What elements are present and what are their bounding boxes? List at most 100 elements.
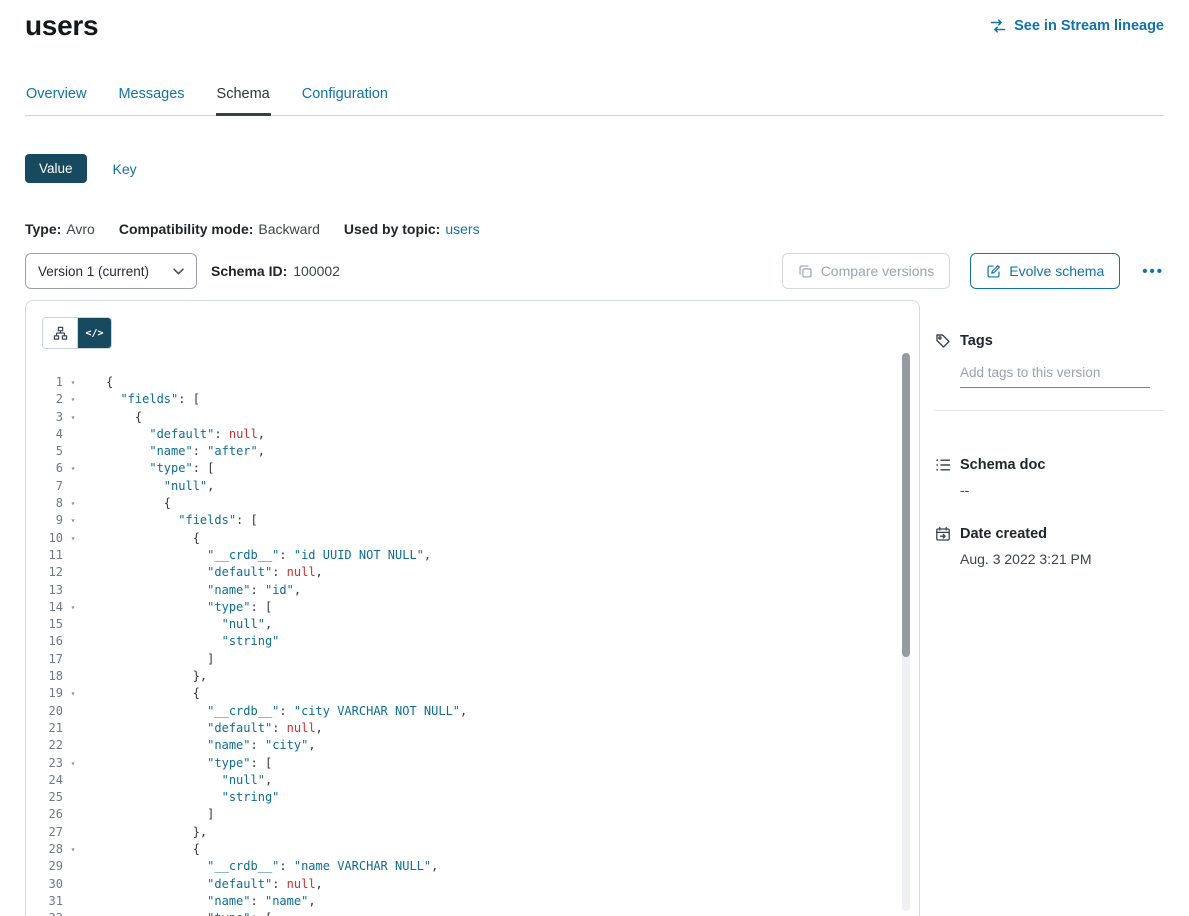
fold-spacer [63, 772, 83, 789]
line-number: 19 [26, 685, 63, 702]
code-line: 3▾ { [26, 409, 919, 426]
fold-toggle-icon[interactable]: ▾ [63, 374, 83, 391]
editor-scrollbar-track[interactable] [902, 353, 910, 911]
code-text: }, [106, 824, 207, 841]
fold-toggle-icon[interactable]: ▾ [63, 460, 83, 477]
line-number: 26 [26, 806, 63, 823]
used-by-topic-label: Used by topic: [344, 221, 440, 237]
code-line: 7 "null", [26, 478, 919, 495]
compare-versions-button[interactable]: Compare versions [782, 253, 951, 289]
fold-toggle-icon[interactable]: ▾ [63, 755, 83, 772]
compare-versions-icon [798, 264, 813, 279]
compatibility-label: Compatibility mode: [119, 221, 254, 237]
fold-spacer [63, 737, 83, 754]
code-line: 10▾ { [26, 530, 919, 547]
fold-spacer [63, 720, 83, 737]
compatibility-value: Backward [258, 221, 319, 237]
stream-lineage-link[interactable]: See in Stream lineage [990, 18, 1164, 34]
schema-doc-title: Schema doc [960, 457, 1045, 473]
code-line: 23▾ "type": [ [26, 755, 919, 772]
schema-meta: Type: Avro Compatibility mode: Backward … [25, 221, 1164, 237]
evolve-schema-label: Evolve schema [1009, 263, 1104, 279]
page: users See in Stream lineage Overview Mess… [0, 0, 1189, 916]
code-line: 12 "default": null, [26, 564, 919, 581]
page-title: users [25, 10, 98, 42]
code-line: 31 "name": "name", [26, 893, 919, 910]
code-text: "type": [ [106, 460, 214, 477]
line-number: 18 [26, 668, 63, 685]
date-created-title: Date created [960, 526, 1047, 542]
editor-scrollbar-thumb[interactable] [902, 353, 910, 657]
line-number: 23 [26, 755, 63, 772]
topic-link[interactable]: users [445, 221, 479, 237]
tab-messages[interactable]: Messages [117, 86, 185, 115]
version-select[interactable]: Version 1 (current) [25, 253, 197, 289]
code-text: { [106, 841, 200, 858]
tab-overview[interactable]: Overview [25, 86, 87, 115]
fold-toggle-icon[interactable]: ▾ [63, 910, 83, 916]
code-text: "type": [ [106, 910, 272, 916]
version-select-value: Version 1 (current) [38, 264, 149, 279]
line-number: 32 [26, 910, 63, 916]
schema-code-editor[interactable]: 1▾{2▾ "fields": [3▾ {4 "default": null,5… [26, 374, 919, 916]
line-number: 2 [26, 391, 63, 408]
tree-view-button[interactable] [43, 318, 77, 348]
tab-configuration[interactable]: Configuration [301, 86, 389, 115]
tags-section-header: Tags [935, 333, 1164, 349]
code-text: ] [106, 806, 214, 823]
code-text: "name": "name", [106, 893, 316, 910]
value-key-toggle: Value Key [25, 154, 1164, 183]
code-view-button[interactable]: </> [77, 318, 111, 348]
code-line: 25 "string" [26, 789, 919, 806]
line-number: 20 [26, 703, 63, 720]
fold-spacer [63, 668, 83, 685]
meta-used-by-topic: Used by topic: users [344, 221, 480, 237]
fold-toggle-icon[interactable]: ▾ [63, 495, 83, 512]
code-text: { [106, 685, 200, 702]
calendar-icon [935, 526, 951, 542]
code-text: "name": "id", [106, 582, 301, 599]
sidebar-divider [935, 410, 1164, 411]
code-line: 19▾ { [26, 685, 919, 702]
fold-toggle-icon[interactable]: ▾ [63, 599, 83, 616]
fold-toggle-icon[interactable]: ▾ [63, 841, 83, 858]
doc-list-icon [935, 457, 951, 473]
code-text: ] [106, 651, 214, 668]
value-toggle-button[interactable]: Value [25, 154, 87, 183]
code-line: 11 "__crdb__": "id UUID NOT NULL", [26, 547, 919, 564]
code-text: "name": "after", [106, 443, 265, 460]
tags-input[interactable] [960, 365, 1150, 388]
stream-lineage-icon [990, 18, 1006, 34]
line-number: 11 [26, 547, 63, 564]
code-view-icon: </> [85, 328, 103, 339]
code-text: "null", [106, 616, 272, 633]
tab-schema[interactable]: Schema [216, 86, 271, 115]
code-line: 29 "__crdb__": "name VARCHAR NULL", [26, 858, 919, 875]
code-line: 4 "default": null, [26, 426, 919, 443]
line-number: 28 [26, 841, 63, 858]
code-text: "name": "city", [106, 737, 316, 754]
fold-toggle-icon[interactable]: ▾ [63, 512, 83, 529]
code-line: 13 "name": "id", [26, 582, 919, 599]
fold-toggle-icon[interactable]: ▾ [63, 409, 83, 426]
fold-spacer [63, 789, 83, 806]
code-text: "default": null, [106, 876, 323, 893]
meta-type: Type: Avro [25, 221, 95, 237]
code-text: "fields": [ [106, 512, 258, 529]
code-line: 9▾ "fields": [ [26, 512, 919, 529]
line-number: 13 [26, 582, 63, 599]
fold-toggle-icon[interactable]: ▾ [63, 391, 83, 408]
code-line: 5 "name": "after", [26, 443, 919, 460]
code-line: 26 ] [26, 806, 919, 823]
code-text: "string" [106, 789, 279, 806]
key-toggle-button[interactable]: Key [113, 161, 137, 177]
fold-spacer [63, 806, 83, 823]
fold-toggle-icon[interactable]: ▾ [63, 685, 83, 702]
fold-spacer [63, 858, 83, 875]
line-number: 31 [26, 893, 63, 910]
fold-toggle-icon[interactable]: ▾ [63, 530, 83, 547]
evolve-schema-button[interactable]: Evolve schema [970, 253, 1120, 289]
more-options-button[interactable]: ••• [1142, 263, 1164, 280]
line-number: 12 [26, 564, 63, 581]
fold-spacer [63, 824, 83, 841]
